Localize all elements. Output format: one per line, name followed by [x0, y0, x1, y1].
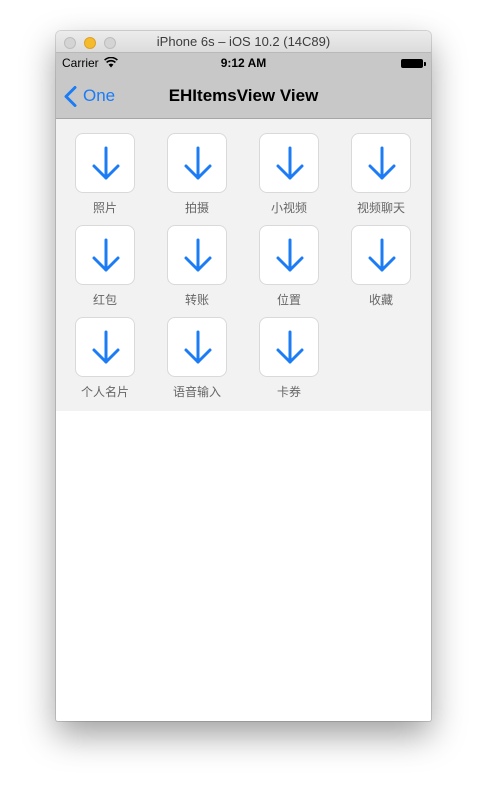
item-button[interactable]	[167, 133, 227, 193]
item-button[interactable]	[167, 225, 227, 285]
item-label: 语音输入	[172, 385, 221, 399]
item-label: 红包	[92, 293, 117, 307]
grid-item[interactable]: 视频聊天	[342, 133, 422, 215]
down-arrow-icon	[276, 238, 304, 272]
item-label: 收藏	[368, 293, 393, 307]
down-arrow-icon	[92, 238, 120, 272]
item-button[interactable]	[75, 133, 135, 193]
item-label: 小视频	[270, 201, 307, 215]
status-bar: Carrier 9:12 AM	[56, 53, 431, 73]
down-arrow-icon	[184, 146, 212, 180]
item-button[interactable]	[259, 225, 319, 285]
item-button[interactable]	[75, 317, 135, 377]
item-label: 个人名片	[80, 385, 129, 399]
down-arrow-icon	[368, 238, 396, 272]
grid-item[interactable]: 语音输入	[158, 317, 238, 399]
down-arrow-icon	[368, 146, 396, 180]
page-title: EHItemsView View	[168, 86, 319, 105]
down-arrow-icon	[92, 146, 120, 180]
simulator-window: iPhone 6s – iOS 10.2 (14C89) Carrier 9:1…	[56, 31, 431, 721]
item-label: 拍摄	[184, 201, 209, 215]
item-button[interactable]	[167, 317, 227, 377]
down-arrow-icon	[184, 238, 212, 272]
item-label: 视频聊天	[356, 201, 405, 215]
item-label: 照片	[92, 201, 117, 215]
item-button[interactable]	[259, 133, 319, 193]
grid-item[interactable]: 收藏	[342, 225, 422, 307]
grid-item[interactable]: 位置	[250, 225, 330, 307]
down-arrow-icon	[184, 330, 212, 364]
grid-item[interactable]: 个人名片	[66, 317, 146, 399]
grid-item[interactable]: 拍摄	[158, 133, 238, 215]
window-titlebar[interactable]: iPhone 6s – iOS 10.2 (14C89)	[56, 31, 431, 53]
battery-tip-icon	[424, 62, 426, 66]
item-label: 卡券	[276, 385, 301, 399]
navigation-bar: One EHItemsView View	[56, 73, 431, 119]
down-arrow-icon	[92, 330, 120, 364]
down-arrow-icon	[276, 146, 304, 180]
status-time: 9:12 AM	[220, 56, 267, 70]
grid-item[interactable]: 照片	[66, 133, 146, 215]
grid-item[interactable]: 红包	[66, 225, 146, 307]
item-label: 转账	[184, 293, 209, 307]
grid-item[interactable]: 卡券	[250, 317, 330, 399]
grid-item[interactable]: 小视频	[250, 133, 330, 215]
battery-icon	[401, 59, 423, 68]
item-button[interactable]	[351, 133, 411, 193]
down-arrow-icon	[276, 330, 304, 364]
grid-item[interactable]: 转账	[158, 225, 238, 307]
item-button[interactable]	[75, 225, 135, 285]
item-button[interactable]	[259, 317, 319, 377]
item-label: 位置	[276, 293, 301, 307]
window-title: iPhone 6s – iOS 10.2 (14C89)	[156, 34, 331, 49]
item-button[interactable]	[351, 225, 411, 285]
items-panel: 照片 拍摄 小视频 视频聊天红包 转账 位置 收藏个人名片 语音输入 卡券	[56, 119, 431, 411]
